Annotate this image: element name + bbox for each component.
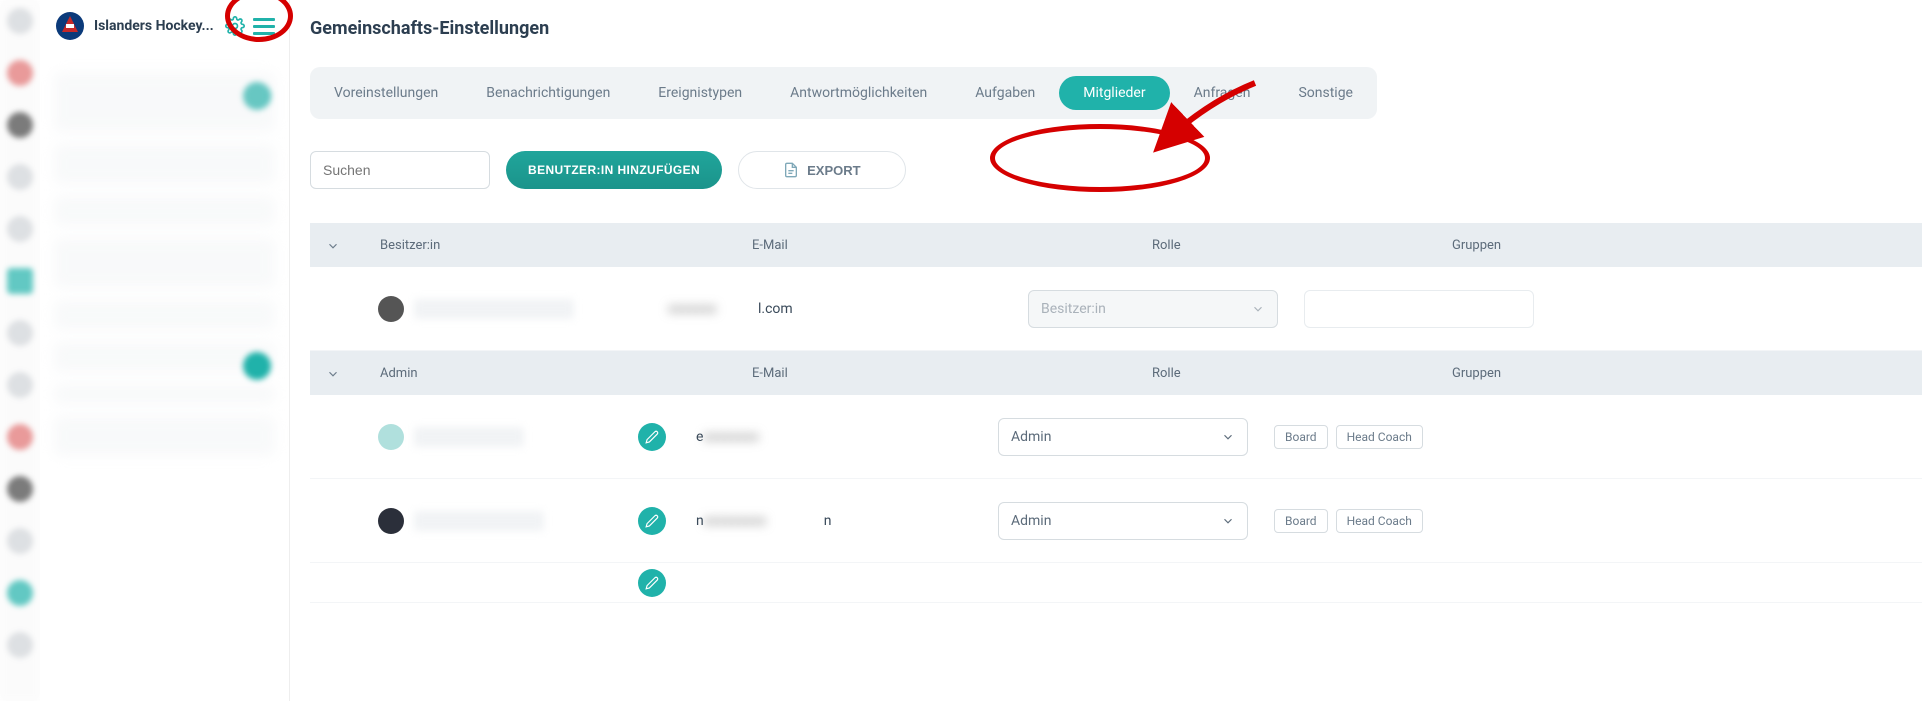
email-redacted: xxxxxxxxx	[704, 513, 824, 529]
email-redacted: xxxxxxxx	[703, 429, 803, 445]
role-value: Admin	[1011, 513, 1051, 529]
column-header-role: Rolle	[1152, 238, 1412, 253]
dock-item[interactable]	[7, 528, 33, 554]
column-header-groups: Gruppen	[1452, 366, 1922, 381]
dock-item[interactable]	[7, 164, 33, 190]
group-tag[interactable]: Head Coach	[1336, 425, 1423, 449]
export-button[interactable]: EXPORT	[738, 151, 905, 189]
name-redacted	[414, 511, 544, 531]
dock-item[interactable]	[7, 268, 33, 294]
dock-item[interactable]	[7, 372, 33, 398]
pencil-icon	[645, 576, 659, 590]
settings-gear-button[interactable]	[225, 16, 245, 36]
role-value: Besitzer:in	[1041, 301, 1106, 317]
chevron-down-icon[interactable]	[326, 238, 340, 252]
export-icon	[783, 162, 799, 178]
table-row	[310, 563, 1922, 603]
club-logo	[54, 10, 86, 42]
dock-item[interactable]	[7, 216, 33, 242]
table-row: n xxxxxxxxx n Admin Board Head Coach	[310, 479, 1922, 563]
tab-anfragen[interactable]: Anfragen	[1170, 76, 1275, 110]
chevron-down-icon	[1221, 430, 1235, 444]
groups-cell[interactable]: Board Head Coach	[1274, 509, 1423, 533]
group-tag[interactable]: Board	[1274, 425, 1328, 449]
column-header-email: E-Mail	[752, 238, 1112, 253]
sidebar-content-placeholder	[54, 72, 275, 456]
email-suffix: n	[824, 513, 832, 529]
page-title: Gemeinschafts-Einstellungen	[310, 18, 1922, 39]
column-header-groups: Gruppen	[1452, 238, 1922, 253]
role-value: Admin	[1011, 429, 1051, 445]
tab-sonstige[interactable]: Sonstige	[1274, 76, 1377, 110]
section-header-owner: Besitzer:in E-Mail Rolle Gruppen	[310, 223, 1922, 267]
dock-item[interactable]	[7, 60, 33, 86]
app-dock	[0, 0, 40, 701]
avatar	[378, 296, 404, 322]
email-prefix: n	[696, 513, 704, 529]
column-header-role: Rolle	[1152, 366, 1412, 381]
role-select: Besitzer:in	[1028, 290, 1278, 328]
chevron-down-icon	[1251, 302, 1265, 316]
sidebar-avatar	[243, 352, 271, 380]
column-header-email: E-Mail	[752, 366, 1112, 381]
groups-cell[interactable]: Board Head Coach	[1274, 425, 1423, 449]
dock-item[interactable]	[7, 320, 33, 346]
dock-item[interactable]	[7, 580, 33, 606]
dock-item[interactable]	[7, 424, 33, 450]
email-prefix: e	[696, 429, 703, 445]
export-label: EXPORT	[807, 163, 860, 178]
club-name: Islanders Hockey...	[94, 18, 217, 34]
dock-item[interactable]	[7, 476, 33, 502]
column-header-name: Besitzer:in	[380, 238, 712, 253]
tab-mitglieder[interactable]: Mitglieder	[1059, 76, 1169, 110]
settings-tabs: Voreinstellungen Benachrichtigungen Erei…	[310, 67, 1377, 119]
name-redacted	[414, 299, 574, 319]
email-redacted: xxxxxxx	[668, 301, 758, 317]
group-tag[interactable]: Head Coach	[1336, 509, 1423, 533]
dock-item[interactable]	[7, 8, 33, 34]
dock-item[interactable]	[7, 632, 33, 658]
chevron-down-icon[interactable]	[326, 366, 340, 380]
pencil-icon	[645, 514, 659, 528]
email-suffix: l.com	[758, 301, 793, 317]
table-row: xxxxxxx l.com Besitzer:in	[310, 267, 1922, 351]
add-user-button[interactable]: BENUTZER:IN HINZUFÜGEN	[506, 151, 722, 189]
pencil-icon	[645, 430, 659, 444]
tab-voreinstellungen[interactable]: Voreinstellungen	[310, 76, 462, 110]
name-redacted	[414, 427, 524, 447]
search-input[interactable]	[323, 162, 504, 178]
edit-button[interactable]	[638, 423, 666, 451]
role-select[interactable]: Admin	[998, 418, 1248, 456]
sidebar: Islanders Hockey...	[40, 0, 290, 701]
edit-button[interactable]	[638, 569, 666, 597]
tab-benachrichtigungen[interactable]: Benachrichtigungen	[462, 76, 634, 110]
table-row: e xxxxxxxx Admin Board Head Coach	[310, 395, 1922, 479]
dock-item[interactable]	[7, 112, 33, 138]
avatar	[378, 424, 404, 450]
tab-aufgaben[interactable]: Aufgaben	[951, 76, 1059, 110]
tab-antwortmoeglichkeiten[interactable]: Antwortmöglichkeiten	[766, 76, 951, 110]
section-header-admin: Admin E-Mail Rolle Gruppen	[310, 351, 1922, 395]
column-header-name: Admin	[380, 366, 712, 381]
main-content: Gemeinschafts-Einstellungen Voreinstellu…	[290, 0, 1922, 701]
avatar	[378, 508, 404, 534]
chevron-down-icon	[1221, 514, 1235, 528]
group-tag[interactable]: Board	[1274, 509, 1328, 533]
edit-button[interactable]	[638, 507, 666, 535]
role-select[interactable]: Admin	[998, 502, 1248, 540]
groups-empty[interactable]	[1304, 290, 1534, 328]
hamburger-menu-button[interactable]	[253, 15, 275, 37]
tab-ereignistypen[interactable]: Ereignistypen	[634, 76, 766, 110]
search-box[interactable]	[310, 151, 490, 189]
